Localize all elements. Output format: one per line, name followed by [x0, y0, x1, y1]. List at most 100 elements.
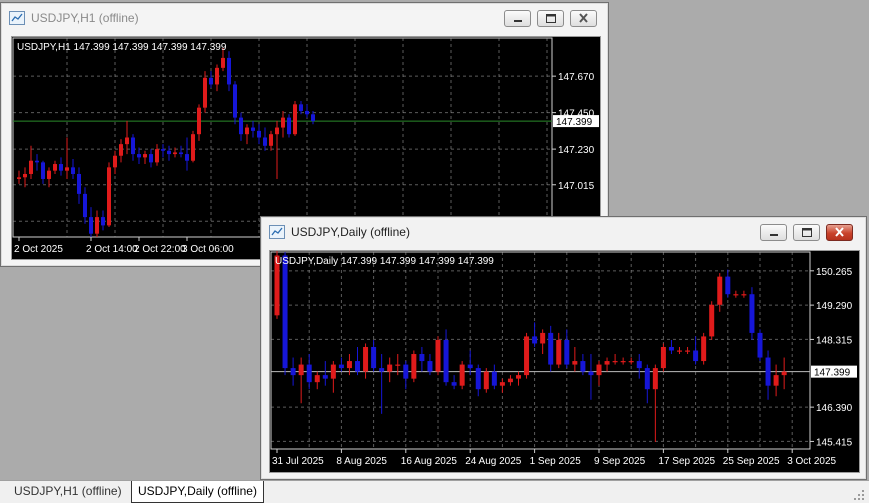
candle-body	[95, 217, 99, 234]
chart-window-icon	[9, 11, 25, 25]
x-tick-label: 8 Aug 2025	[336, 456, 387, 467]
candle-body	[363, 346, 369, 372]
y-tick-label: 147.230	[558, 145, 595, 156]
candle-body	[239, 117, 243, 135]
candle-body	[717, 276, 723, 305]
y-tick-label: 148.315	[816, 335, 853, 346]
h1-window-title: USDJPY,H1 (offline)	[31, 11, 139, 25]
x-tick-label: 3 Oct 06:00	[182, 244, 234, 255]
h1-window-titlebar[interactable]: USDJPY,H1 (offline)	[1, 3, 608, 33]
candle-body	[588, 371, 594, 376]
x-tick-label: 31 Jul 2025	[272, 456, 324, 467]
y-tick-label: 150.265	[816, 267, 853, 278]
h1-maximize-button[interactable]	[537, 10, 564, 27]
x-tick-label: 9 Sep 2025	[594, 456, 646, 467]
candle-body	[203, 77, 207, 108]
h1-minimize-button[interactable]	[504, 10, 531, 27]
candle-body	[35, 160, 39, 163]
chart-symbol-label: USDJPY,H1 147.399 147.399 147.399 147.39…	[17, 42, 227, 53]
chart-window-icon	[269, 225, 285, 239]
x-tick-label: 17 Sep 2025	[658, 456, 715, 467]
candle-body	[668, 346, 674, 351]
y-tick-label: 147.670	[558, 72, 595, 83]
daily-window-titlebar[interactable]: USDJPY,Daily (offline)	[261, 217, 866, 247]
candle-body	[299, 104, 303, 111]
candle-body	[83, 193, 87, 218]
x-tick-label: 2 Oct 2025	[14, 244, 63, 255]
tab-h1-offline[interactable]: USDJPY,H1 (offline)	[8, 482, 128, 502]
candle-body	[725, 276, 731, 295]
candle-body	[604, 361, 610, 365]
candle-body	[532, 336, 538, 344]
candle-body	[257, 130, 261, 138]
candle-body	[677, 350, 682, 352]
candle-body	[107, 167, 111, 226]
y-tick-label: 145.415	[816, 437, 853, 448]
candle-body	[419, 354, 425, 362]
candle-body	[306, 364, 312, 383]
daily-close-button[interactable]	[826, 224, 853, 241]
daily-maximize-button[interactable]	[793, 224, 820, 241]
candle-body	[371, 346, 377, 369]
h1-close-button[interactable]	[570, 10, 597, 27]
minimize-icon	[770, 234, 778, 236]
candle-body	[47, 170, 51, 179]
candle-body	[459, 364, 465, 386]
daily-minimize-button[interactable]	[760, 224, 787, 241]
candle-body	[59, 164, 63, 171]
candle-body	[411, 354, 417, 379]
y-tick-label: 149.290	[816, 301, 853, 312]
candle-body	[403, 364, 409, 379]
candle-body	[311, 114, 315, 121]
candle-body	[227, 57, 231, 85]
x-tick-label: 1 Sep 2025	[530, 456, 582, 467]
candle-body	[167, 150, 171, 155]
current-price-label: 147.399	[556, 117, 593, 128]
daily-chart-area[interactable]: 150.265 149.290 148.315 146.390 145.415 147.3…	[269, 250, 860, 473]
x-tick-label: 25 Sep 2025	[723, 456, 780, 467]
close-icon	[579, 13, 588, 23]
candle-body	[17, 177, 21, 179]
candle-body	[612, 361, 618, 363]
candle-body	[298, 364, 304, 376]
tab-daily-offline[interactable]: USDJPY,Daily (offline)	[131, 481, 264, 503]
candle-body	[338, 364, 344, 369]
candle-body	[443, 339, 449, 383]
resize-grip-icon[interactable]	[851, 487, 865, 501]
candle-body	[572, 361, 578, 365]
candle-body	[330, 364, 336, 379]
candle-body	[89, 217, 93, 234]
minimize-icon	[514, 20, 522, 22]
candle-body	[395, 364, 401, 366]
candle-body	[435, 339, 441, 372]
candle-body	[379, 368, 385, 372]
candle-body	[209, 77, 213, 85]
chart-symbol-label: USDJPY,Daily 147.399 147.399 147.399 147…	[275, 256, 494, 267]
candle-body	[161, 149, 165, 151]
candle-body	[781, 371, 787, 376]
candle-body	[281, 117, 285, 128]
candle-body	[693, 350, 699, 362]
candle-body	[314, 375, 320, 383]
x-tick-label: 16 Aug 2025	[401, 456, 458, 467]
maximize-icon	[802, 228, 812, 237]
daily-chart-window[interactable]: USDJPY,Daily (offline) 150.265 149.290 148…	[260, 216, 867, 480]
candle-body	[467, 364, 473, 369]
candle-body	[685, 350, 691, 352]
candle-body	[556, 339, 562, 365]
candle-body	[41, 162, 45, 179]
daily-candlestick-chart[interactable]: 150.265 149.290 148.315 146.390 145.415 147.3…	[270, 251, 859, 472]
candle-body	[143, 154, 147, 158]
tab-h1-label: USDJPY,H1 (offline)	[14, 484, 122, 498]
candle-body	[346, 361, 352, 369]
candle-body	[765, 357, 771, 386]
candle-body	[636, 361, 642, 369]
candle-body	[491, 371, 497, 386]
candle-body	[71, 167, 75, 174]
candle-body	[483, 371, 489, 390]
candle-body	[660, 346, 666, 369]
candle-body	[499, 382, 505, 386]
candle-body	[290, 368, 296, 376]
candle-body	[191, 134, 195, 161]
candle-body	[179, 152, 183, 155]
